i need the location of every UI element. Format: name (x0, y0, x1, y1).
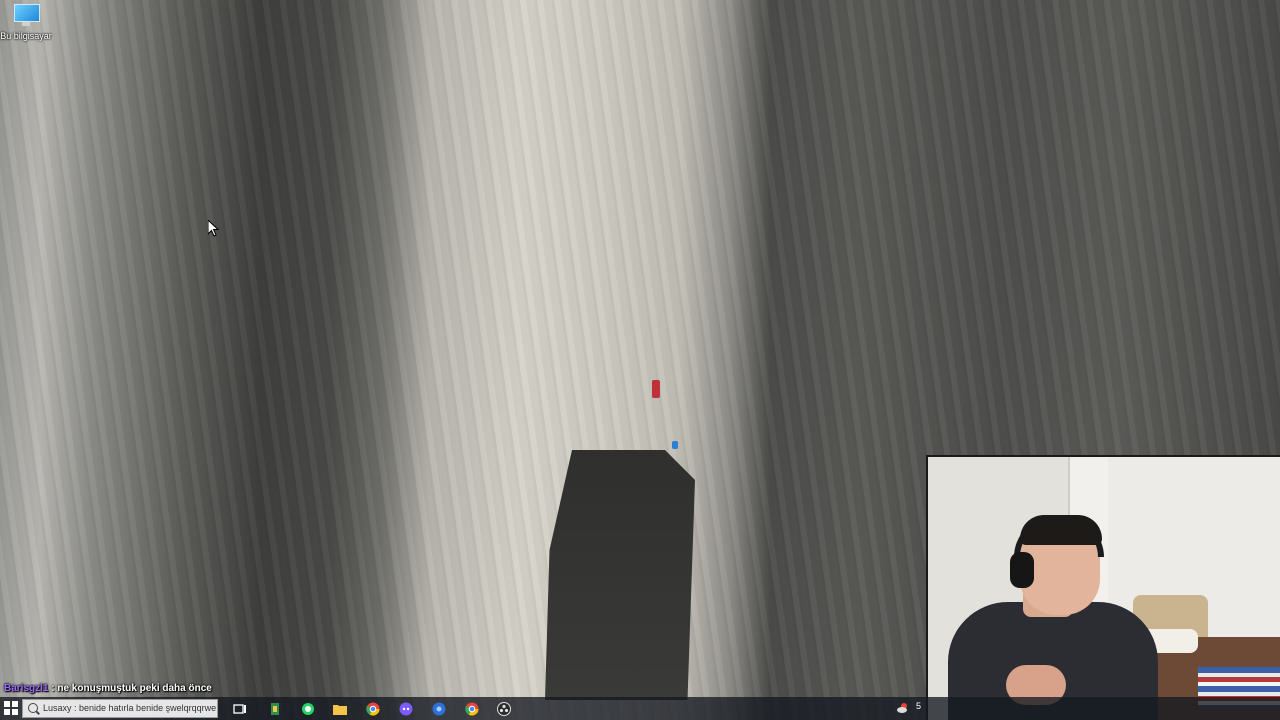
webcam-overlay (926, 455, 1280, 720)
chat-message: Barisgzl1 : ne konuşmuştuk peki daha önc… (4, 683, 212, 694)
file-explorer-icon[interactable] (330, 699, 349, 718)
settings-app-icon[interactable] (429, 699, 448, 718)
weather-icon[interactable] (896, 701, 910, 715)
taskbar-search-box[interactable]: Lusaxy : benide hatırla benide şwelqrqqr… (22, 699, 218, 718)
chat-username: Barisgzl1 (4, 683, 49, 694)
windows-logo-icon (4, 701, 18, 715)
chrome-alt-icon[interactable] (462, 699, 481, 718)
chat-text: : ne konuşmuştuk peki daha önce (48, 683, 212, 694)
taskbar: Lusaxy : benide hatırla benide şwelqrqqr… (0, 697, 1280, 720)
desktop-icon-this-pc[interactable]: Bu bilgisayar (0, 4, 52, 41)
whatsapp-icon[interactable] (298, 699, 317, 718)
wallpaper-rock-slab (545, 450, 695, 700)
discord-icon[interactable] (396, 699, 415, 718)
desktop-icon-label: Bu bilgisayar (0, 31, 52, 41)
chrome-icon[interactable] (363, 699, 382, 718)
search-box-text: Lusaxy : benide hatırla benide şwelqrqqr… (43, 703, 217, 713)
task-view-icon[interactable] (230, 699, 249, 718)
wallpaper-climber-blue (672, 441, 678, 449)
wallpaper-climber-red (652, 380, 660, 398)
start-button[interactable] (4, 701, 18, 715)
app-green-icon[interactable] (265, 699, 284, 718)
obs-icon[interactable] (494, 699, 513, 718)
this-pc-icon (11, 4, 41, 28)
search-icon (28, 703, 38, 713)
weather-temperature: 5 (916, 701, 922, 711)
